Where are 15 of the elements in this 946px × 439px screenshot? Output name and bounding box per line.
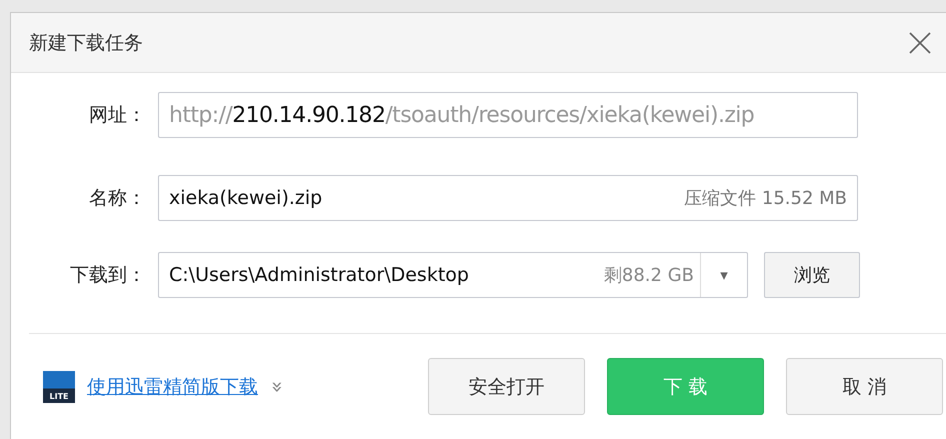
dialog-button[interactable]: 安全打开 (428, 358, 585, 415)
lite-download-link[interactable]: 使用迅雷精简版下载 (87, 374, 258, 400)
save-path-field[interactable]: C:\Users\Administrator\Desktop 剩88.2 GB ▾ (158, 252, 748, 298)
name-field[interactable]: xieka(kewei).zip 压缩文件 15.52 MB (158, 175, 858, 221)
dialog-button[interactable]: 取 消 (786, 358, 943, 415)
window-title: 新建下载任务 (29, 30, 143, 56)
dropdown-button[interactable]: ▾ (700, 253, 747, 297)
expand-icon[interactable]: » (266, 380, 290, 393)
url-field[interactable]: http://210.14.90.182/tsoauth/resources/xieka(kewei).zip (158, 92, 858, 138)
app-icon: LITE (43, 370, 75, 402)
url-label: 网址： (88, 103, 146, 128)
browse-button[interactable]: 浏览 (764, 252, 860, 298)
name-label: 名称： (88, 186, 146, 211)
save-to-label: 下载到： (69, 263, 146, 288)
close-icon[interactable] (908, 30, 932, 54)
